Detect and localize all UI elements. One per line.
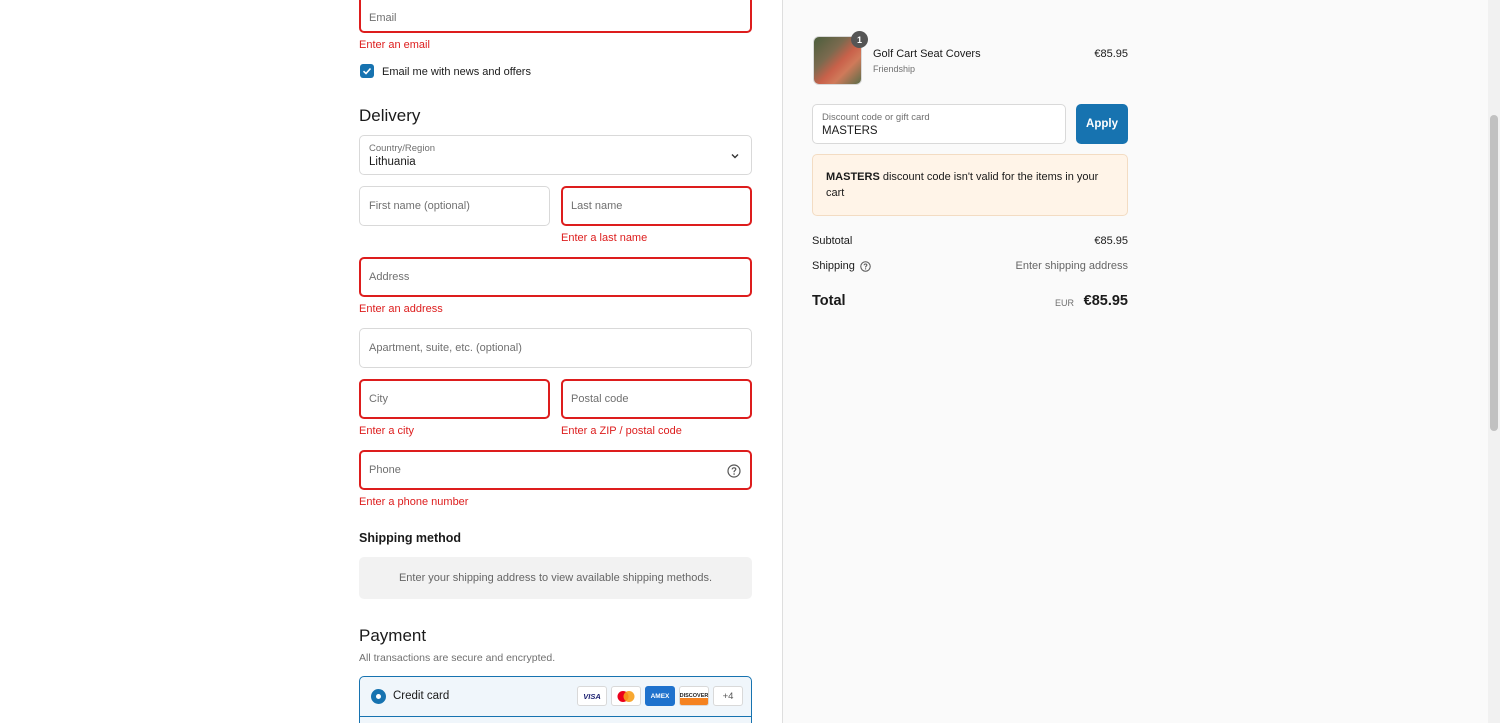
address-error: Enter an address [359, 303, 443, 315]
phone-input[interactable]: Phone [359, 450, 752, 490]
product-name: Golf Cart Seat Covers [873, 48, 981, 60]
payment-subtitle: All transactions are secure and encrypte… [359, 652, 556, 664]
phone-placeholder: Phone [369, 464, 401, 476]
total-value: €85.95 [1083, 293, 1128, 309]
first-name-input[interactable]: First name (optional) [359, 186, 550, 226]
credit-card-option[interactable]: Credit card VISA AMEX DISCOVER +4 [360, 677, 751, 717]
country-value: Lithuania [369, 156, 416, 168]
last-name-input[interactable]: Last name [561, 186, 752, 226]
email-error: Enter an email [359, 39, 430, 51]
postal-code-input[interactable]: Postal code [561, 379, 752, 419]
address-input[interactable]: Address [359, 257, 752, 297]
shipping-method-message: Enter your shipping address to view avai… [398, 572, 713, 584]
help-icon[interactable] [860, 260, 871, 272]
phone-error: Enter a phone number [359, 496, 469, 508]
product-variant: Friendship [873, 64, 916, 74]
discount-error-notice: MASTERS discount code isn't valid for th… [812, 154, 1128, 216]
quantity-badge: 1 [851, 31, 868, 48]
newsletter-label: Email me with news and offers [382, 66, 531, 78]
payment-heading: Payment [359, 626, 427, 645]
help-icon[interactable] [727, 464, 741, 478]
total-label: Total [812, 293, 846, 309]
city-input[interactable]: City [359, 379, 550, 419]
discount-code-input[interactable]: Discount code or gift card MASTERS [812, 104, 1066, 144]
discover-icon: DISCOVER [679, 686, 709, 706]
discount-label: Discount code or gift card [822, 112, 930, 123]
amex-icon: AMEX [645, 686, 675, 706]
shipping-label: Shipping [812, 260, 871, 272]
discount-value: MASTERS [822, 125, 878, 137]
last-name-error: Enter a last name [561, 232, 648, 244]
mastercard-icon [611, 686, 641, 706]
country-label: Country/Region [369, 143, 436, 154]
email-input[interactable]: Email [359, 0, 752, 33]
checkout-form: Email Enter an email Email me with news … [0, 0, 782, 723]
payment-methods: Credit card VISA AMEX DISCOVER +4 [359, 676, 752, 723]
city-placeholder: City [369, 393, 388, 405]
shipping-value: Enter shipping address [1015, 260, 1128, 272]
country-select[interactable]: Country/Region Lithuania [359, 135, 752, 175]
address-placeholder: Address [369, 271, 410, 283]
delivery-heading: Delivery [359, 106, 421, 125]
visa-icon: VISA [577, 686, 607, 706]
notice-code: MASTERS [826, 171, 880, 183]
chevron-down-icon [731, 154, 739, 159]
apartment-placeholder: Apartment, suite, etc. (optional) [369, 342, 522, 354]
scrollbar-thumb[interactable] [1490, 115, 1498, 431]
apartment-input[interactable]: Apartment, suite, etc. (optional) [359, 328, 752, 368]
subtotal-label: Subtotal [812, 235, 853, 247]
product-price: €85.95 [1094, 48, 1128, 60]
checkmark-icon [362, 67, 372, 75]
postal-code-placeholder: Postal code [571, 393, 629, 405]
newsletter-checkbox[interactable] [360, 64, 374, 78]
city-error: Enter a city [359, 425, 415, 437]
credit-card-label: Credit card [393, 690, 450, 702]
email-placeholder: Email [369, 12, 397, 24]
scrollbar[interactable] [1488, 0, 1500, 723]
more-cards-badge: +4 [713, 686, 743, 706]
shipping-method-heading: Shipping method [359, 531, 462, 545]
total-currency: EUR [1054, 298, 1074, 308]
shipping-method-placeholder: Enter your shipping address to view avai… [359, 557, 752, 599]
postal-code-error: Enter a ZIP / postal code [561, 425, 682, 437]
last-name-placeholder: Last name [571, 200, 623, 212]
apply-button[interactable]: Apply [1076, 104, 1128, 144]
subtotal-value: €85.95 [1094, 235, 1128, 247]
first-name-placeholder: First name (optional) [369, 200, 470, 212]
credit-card-radio[interactable] [371, 689, 386, 704]
